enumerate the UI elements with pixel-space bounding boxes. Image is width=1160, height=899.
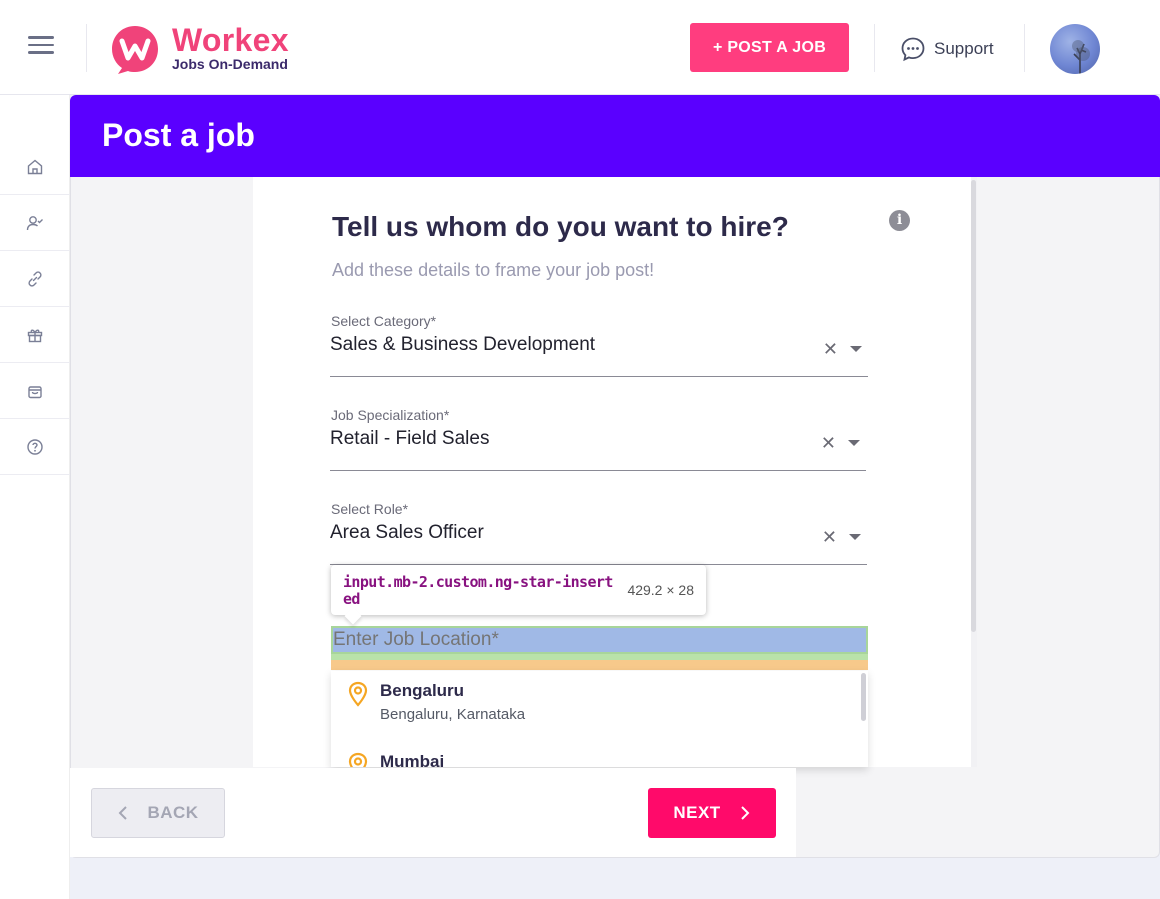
chevron-down-icon[interactable] [848,440,860,446]
back-button[interactable]: BACK [91,788,225,838]
support-link[interactable]: Support [900,36,994,62]
chevron-down-icon[interactable] [849,534,861,540]
job-location-input[interactable] [331,626,868,654]
clear-icon[interactable]: ✕ [823,339,838,360]
devtools-element-tooltip: input.mb-2.custom.ng-star-inserted 429.2… [331,565,706,615]
page-title: Post a job [102,117,255,153]
main-content: Post a job Tell us whom do you want to h… [70,95,1160,899]
page-banner: Post a job [70,95,1160,177]
avatar-image [1072,40,1090,74]
sidebar-item-home[interactable] [0,139,70,195]
page-bottom [70,859,1160,899]
back-label: BACK [147,803,199,822]
suggestion-city: Mumbai [380,752,445,767]
brand-name: Workex [172,22,289,58]
category-label: Select Category* [331,313,437,329]
devtools-selector: input.mb-2.custom.ng-star-inserted [343,573,613,608]
role-select[interactable]: Select Role* Area Sales Officer ✕ [330,501,867,565]
home-icon [27,159,43,174]
chevron-left-icon [119,806,128,820]
divider [86,24,87,72]
chevron-right-icon [740,806,750,820]
specialization-label: Job Specialization* [331,407,450,423]
category-select[interactable]: Select Category* Sales & Business Develo… [330,313,868,377]
next-label: NEXT [673,803,721,822]
suggestion-city: Bengaluru [380,681,465,700]
map-pin-icon [348,681,368,707]
support-label: Support [934,39,994,58]
help-icon [27,438,43,455]
role-label: Select Role* [331,501,409,517]
clear-icon[interactable]: ✕ [822,527,837,548]
workex-logo-icon [112,26,158,74]
post-job-button[interactable]: + POST A JOB [690,23,849,72]
devtools-size: 429.2 × 28 [627,582,694,598]
brand-logo[interactable]: Workex Jobs On-Demand [110,22,310,74]
link-icon [28,270,42,287]
clear-icon[interactable]: ✕ [821,433,836,454]
role-value: Area Sales Officer [330,522,484,543]
suggestion-region: Bengaluru, Karnataka [380,706,526,723]
devtools-margin-overlay [331,660,868,670]
card-scrollbar-thumb[interactable] [971,180,976,632]
chevron-down-icon[interactable] [850,346,862,352]
specialization-select[interactable]: Job Specialization* Retail - Field Sales… [330,407,866,471]
form-question: Tell us whom do you want to hire? [332,211,789,242]
bag-icon [28,385,42,398]
category-value: Sales & Business Development [330,334,596,355]
chat-icon [901,37,925,62]
form-footer: BACK NEXT [70,768,796,857]
form-subtitle: Add these details to frame your job post… [332,260,655,280]
location-field [331,626,868,671]
gift-icon [27,328,43,342]
sidebar-item-links[interactable] [0,251,70,307]
user-check-icon [26,215,43,230]
sidebar [0,95,70,899]
sidebar-item-rewards[interactable] [0,307,70,363]
sidebar-item-candidates[interactable] [0,195,70,251]
specialization-value: Retail - Field Sales [330,428,490,449]
sidebar-item-help[interactable] [0,419,70,475]
info-icon[interactable]: i [889,210,910,231]
divider [1024,24,1025,72]
menu-icon[interactable] [28,36,56,56]
suggestion-item[interactable]: Mumbai [331,742,861,767]
sidebar-item-store[interactable] [0,363,70,419]
location-suggestions: Bengaluru Bengaluru, Karnataka Mumbai [331,671,868,767]
next-button[interactable]: NEXT [648,788,776,838]
map-pin-icon [348,752,368,767]
user-avatar[interactable] [1050,24,1100,74]
top-bar: Workex Jobs On-Demand + POST A JOB Suppo… [0,0,1160,95]
suggestion-item[interactable]: Bengaluru Bengaluru, Karnataka [331,671,861,741]
suggestions-scrollbar[interactable] [861,673,866,721]
brand-tagline: Jobs On-Demand [172,56,288,72]
divider [874,24,875,72]
